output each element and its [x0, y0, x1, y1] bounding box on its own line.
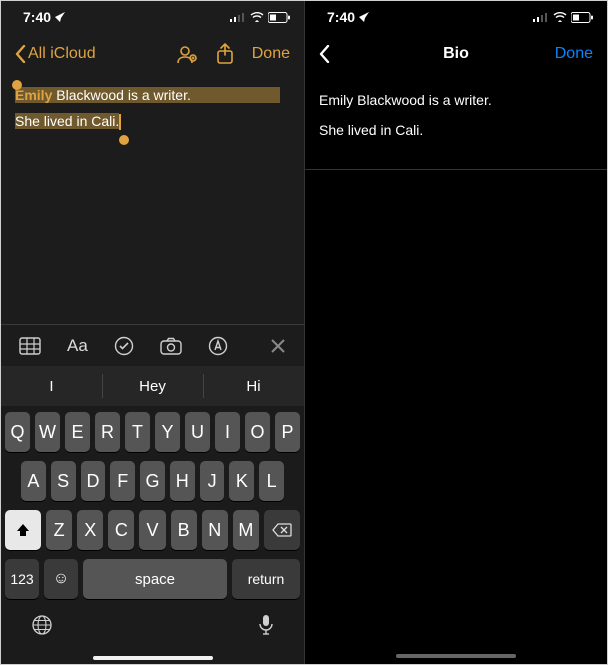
key-r[interactable]: R: [95, 412, 120, 452]
key-return[interactable]: return: [232, 559, 300, 599]
key-p[interactable]: P: [275, 412, 300, 452]
key-s[interactable]: S: [51, 461, 76, 501]
key-a[interactable]: A: [21, 461, 46, 501]
key-u[interactable]: U: [185, 412, 210, 452]
key-m[interactable]: M: [233, 510, 259, 550]
back-button[interactable]: All iCloud: [15, 45, 96, 63]
globe-icon[interactable]: [31, 614, 53, 636]
home-indicator[interactable]: [93, 656, 213, 660]
key-n[interactable]: N: [202, 510, 228, 550]
key-q[interactable]: Q: [5, 412, 30, 452]
bio-line2: She lived in Cali.: [319, 119, 593, 141]
key-shift[interactable]: [5, 510, 41, 550]
bio-screen: 7:40 Bio Done: [304, 1, 607, 664]
key-w[interactable]: W: [35, 412, 60, 452]
suggestion-3[interactable]: Hi: [203, 366, 304, 406]
bio-line1: Emily Blackwood is a writer.: [319, 89, 593, 111]
key-numbers[interactable]: 123: [5, 559, 39, 599]
chevron-left-icon: [15, 45, 26, 63]
key-b[interactable]: B: [171, 510, 197, 550]
key-g[interactable]: G: [140, 461, 165, 501]
selection-handle-start[interactable]: [12, 80, 22, 90]
note-word-bold: Emily: [15, 87, 52, 103]
selection-handle-end[interactable]: [119, 135, 129, 145]
key-emoji[interactable]: ☺: [44, 559, 78, 599]
format-toolbar: Aa: [1, 324, 304, 366]
cellular-icon: [230, 12, 246, 22]
status-time: 7:40: [327, 9, 355, 25]
suggestion-2[interactable]: Hey: [102, 366, 203, 406]
keyboard: Q W E R T Y U I O P A S D F G H J K L: [1, 406, 304, 664]
status-bar: 7:40: [305, 1, 607, 33]
key-l[interactable]: L: [259, 461, 284, 501]
nav-bar: Bio Done: [305, 33, 607, 75]
bio-content[interactable]: Emily Blackwood is a writer. She lived i…: [305, 75, 607, 163]
back-button[interactable]: [319, 45, 330, 63]
key-t[interactable]: T: [125, 412, 150, 452]
wifi-icon: [250, 12, 264, 22]
camera-icon[interactable]: [160, 337, 182, 355]
key-x[interactable]: X: [77, 510, 103, 550]
key-j[interactable]: J: [200, 461, 225, 501]
note-line1-rest: Blackwood is a writer.: [52, 87, 191, 103]
share-icon[interactable]: [216, 43, 234, 65]
status-time: 7:40: [23, 9, 51, 25]
wifi-icon: [553, 12, 567, 22]
done-button[interactable]: Done: [252, 45, 290, 63]
close-keyboard-icon[interactable]: [270, 338, 286, 354]
key-o[interactable]: O: [245, 412, 270, 452]
suggestion-1[interactable]: I: [1, 366, 102, 406]
text-format-button[interactable]: Aa: [67, 336, 88, 356]
key-f[interactable]: F: [110, 461, 135, 501]
location-icon: [359, 12, 369, 22]
table-icon[interactable]: [19, 337, 41, 355]
markup-icon[interactable]: [208, 336, 228, 356]
battery-icon: [571, 12, 593, 23]
dictate-icon[interactable]: [258, 614, 274, 636]
cellular-icon: [533, 12, 549, 22]
note-line2: She lived in Cali.: [15, 113, 119, 129]
checklist-icon[interactable]: [114, 336, 134, 356]
suggestion-bar: I Hey Hi: [1, 366, 304, 406]
text-cursor: [119, 114, 121, 130]
separator: [305, 169, 607, 170]
key-backspace[interactable]: [264, 510, 300, 550]
key-c[interactable]: C: [108, 510, 134, 550]
key-k[interactable]: K: [229, 461, 254, 501]
key-y[interactable]: Y: [155, 412, 180, 452]
key-d[interactable]: D: [81, 461, 106, 501]
note-content[interactable]: Emily Blackwood is a writer. She lived i…: [1, 75, 304, 141]
location-icon: [55, 12, 65, 22]
key-v[interactable]: V: [139, 510, 165, 550]
done-button[interactable]: Done: [555, 45, 593, 63]
collab-icon[interactable]: [176, 44, 198, 64]
key-h[interactable]: H: [170, 461, 195, 501]
chevron-left-icon: [319, 45, 330, 63]
key-z[interactable]: Z: [46, 510, 72, 550]
notes-screen: 7:40 All iCloud: [1, 1, 304, 664]
status-bar: 7:40: [1, 1, 304, 33]
nav-bar: All iCloud Done: [1, 33, 304, 75]
battery-icon: [268, 12, 290, 23]
key-i[interactable]: I: [215, 412, 240, 452]
key-space[interactable]: space: [83, 559, 227, 599]
key-e[interactable]: E: [65, 412, 90, 452]
back-label: All iCloud: [28, 45, 96, 63]
home-indicator[interactable]: [396, 654, 516, 658]
